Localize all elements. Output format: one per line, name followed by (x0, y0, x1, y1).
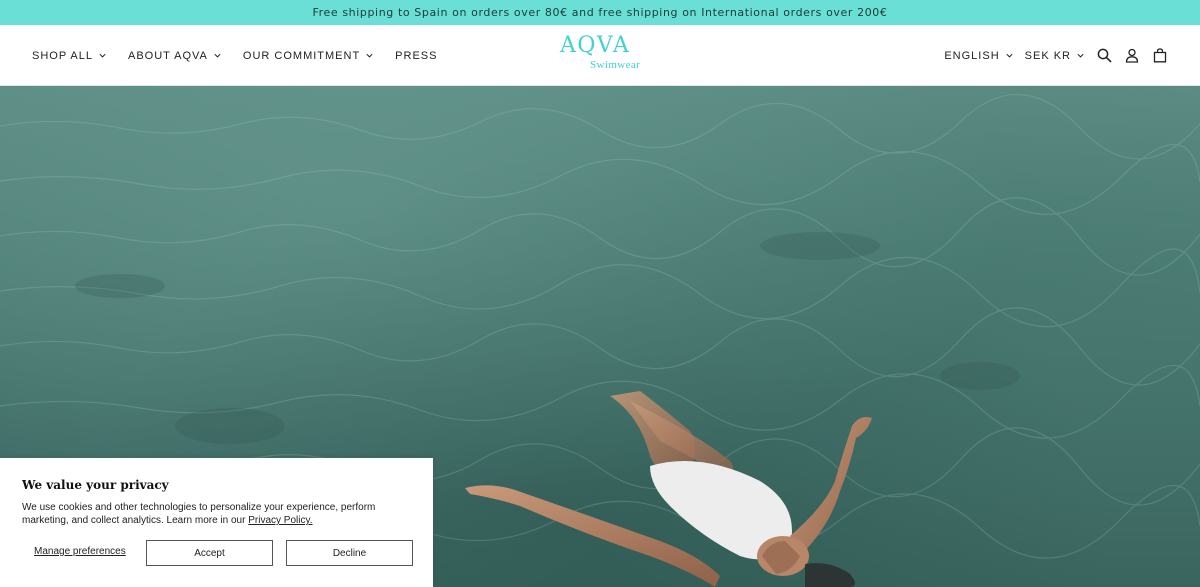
nav-about-aqva[interactable]: ABOUT AQVA (128, 50, 221, 62)
currency-selector[interactable]: SEK KR (1025, 50, 1084, 62)
cookie-actions: Manage preferences Accept Decline (22, 540, 413, 566)
search-icon[interactable] (1096, 48, 1112, 64)
chevron-down-icon (99, 52, 106, 59)
cookie-title: We value your privacy (22, 478, 169, 492)
currency-label: SEK KR (1024, 49, 1071, 62)
language-label: ENGLISH (944, 49, 1000, 62)
chevron-down-icon (366, 52, 373, 59)
decline-button[interactable]: Decline (286, 540, 413, 566)
account-icon[interactable] (1124, 48, 1140, 64)
chevron-down-icon (214, 52, 221, 59)
nav-label: OUR COMMITMENT (242, 49, 361, 62)
utility-nav: ENGLISH SEK KR (944, 25, 1168, 86)
cart-icon[interactable] (1152, 48, 1168, 64)
nav-label: SHOP ALL (32, 49, 93, 62)
nav-our-commitment[interactable]: OUR COMMITMENT (243, 50, 373, 62)
logo-subtitle: Swimwear (590, 59, 641, 71)
brand-logo[interactable]: AQVA Swimwear (560, 33, 650, 79)
nav-press[interactable]: PRESS (395, 50, 437, 62)
chevron-down-icon (1006, 52, 1013, 59)
announcement-text: Free shipping to Spain on orders over 80… (312, 6, 888, 19)
language-selector[interactable]: ENGLISH (944, 49, 1013, 62)
cookie-description: We use cookies and other technologies to… (22, 501, 411, 527)
accept-button[interactable]: Accept (146, 540, 273, 566)
announcement-bar: Free shipping to Spain on orders over 80… (0, 0, 1200, 25)
manage-preferences-link[interactable]: Manage preferences (34, 546, 126, 557)
logo-wordmark: AQVA (560, 33, 631, 58)
cookie-banner: We value your privacy We use cookies and… (0, 458, 433, 587)
nav-label: PRESS (395, 49, 438, 62)
nav-shop-all[interactable]: SHOP ALL (32, 50, 106, 62)
privacy-policy-link[interactable]: Privacy Policy. (248, 515, 312, 526)
chevron-down-icon (1077, 52, 1084, 59)
swimmer-figure (465, 391, 872, 587)
site-header: SHOP ALL ABOUT AQVA OUR COMMITMENT PRESS… (0, 25, 1200, 86)
nav-label: ABOUT AQVA (128, 49, 208, 62)
cookie-description-text: We use cookies and other technologies to… (22, 502, 376, 526)
main-nav: SHOP ALL ABOUT AQVA OUR COMMITMENT PRESS (32, 25, 437, 86)
